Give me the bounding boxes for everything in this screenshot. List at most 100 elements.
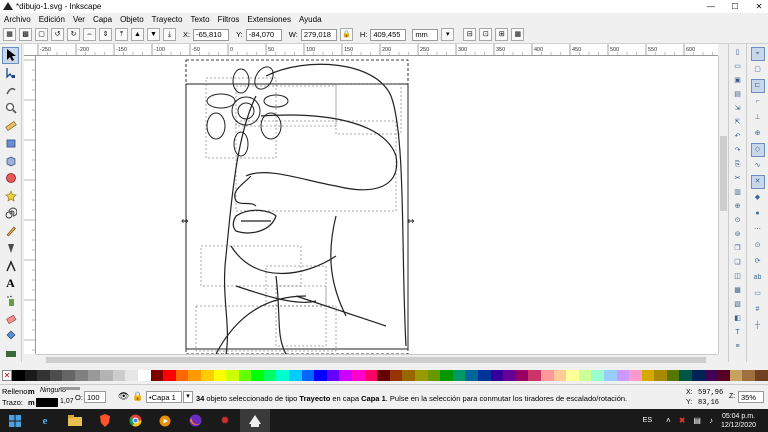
- eye-icon[interactable]: 👁: [118, 391, 129, 402]
- clock[interactable]: 05:04 p.m. 12/12/2020: [721, 412, 756, 430]
- palette-swatch[interactable]: [641, 369, 655, 381]
- palette-swatch[interactable]: [629, 369, 642, 381]
- fill-stroke-icon[interactable]: ◧: [732, 313, 744, 325]
- windows-start-icon[interactable]: [0, 409, 30, 432]
- palette-swatch[interactable]: [666, 369, 680, 381]
- menu-ayuda[interactable]: Ayuda: [295, 15, 326, 24]
- raise-icon[interactable]: ▲: [131, 28, 144, 41]
- zoom-drawing-icon[interactable]: ⊙: [732, 215, 744, 227]
- clone-icon[interactable]: ❏: [732, 257, 744, 269]
- snap-bbox-icon[interactable]: ▢: [751, 63, 765, 77]
- internet-explorer-icon[interactable]: e: [30, 409, 60, 432]
- tray-alert-icon[interactable]: ✖: [679, 416, 686, 425]
- tray-arrow-icon[interactable]: ˄: [666, 416, 671, 425]
- menu-capa[interactable]: Capa: [89, 15, 116, 24]
- palette-swatch[interactable]: [377, 369, 390, 381]
- palette-swatch[interactable]: [427, 369, 441, 381]
- scale-corners-icon[interactable]: ⊡: [479, 28, 493, 41]
- flip-vertical-icon[interactable]: ⇕: [99, 28, 112, 41]
- menu-texto[interactable]: Texto: [186, 15, 213, 24]
- new-document-icon[interactable]: ▯: [732, 47, 744, 59]
- scale-stroke-icon[interactable]: ⊟: [463, 28, 477, 41]
- menu-objeto[interactable]: Objeto: [116, 15, 148, 24]
- chevron-down-icon[interactable]: ▾: [441, 28, 455, 41]
- palette-swatch[interactable]: [704, 369, 718, 381]
- lock-icon[interactable]: 🔒: [339, 28, 353, 41]
- palette-swatch[interactable]: [163, 369, 176, 381]
- menu-archivo[interactable]: Archivo: [0, 15, 35, 24]
- gradient-tool-icon[interactable]: [2, 345, 19, 362]
- selector-tool-icon[interactable]: [2, 47, 19, 64]
- close-button[interactable]: ✕: [752, 2, 766, 11]
- scale-handle-right-icon[interactable]: ⇔: [407, 217, 415, 227]
- snap-midpoints-icon[interactable]: ⋯: [751, 223, 765, 237]
- palette-swatch[interactable]: [490, 369, 504, 381]
- redo-icon[interactable]: ↷: [732, 145, 744, 157]
- menu-trayecto[interactable]: Trayecto: [148, 15, 187, 24]
- palette-swatch[interactable]: [87, 369, 101, 381]
- snap-page-icon[interactable]: ▭: [751, 287, 765, 301]
- palette-swatch[interactable]: [276, 369, 290, 381]
- y-field[interactable]: -84,070: [245, 28, 282, 41]
- snap-bbox-corners-icon[interactable]: ⌐: [751, 95, 765, 109]
- zoom-page-icon[interactable]: ⊚: [732, 229, 744, 241]
- star-tool-icon[interactable]: [2, 187, 19, 204]
- vertical-scroll-thumb[interactable]: [720, 136, 727, 211]
- h-field[interactable]: 409,455: [370, 28, 407, 41]
- pen-tool-icon[interactable]: [2, 240, 19, 257]
- snap-intersections-icon[interactable]: ✕: [750, 175, 765, 189]
- palette-swatch[interactable]: [616, 369, 630, 381]
- fill-swatch[interactable]: [60, 387, 80, 390]
- palette-swatch[interactable]: [553, 369, 567, 381]
- layers-icon[interactable]: ≡: [732, 341, 744, 353]
- maximize-button[interactable]: ☐: [728, 2, 742, 11]
- menu-extensiones[interactable]: Extensiones: [243, 15, 295, 24]
- palette-swatch[interactable]: [591, 369, 604, 381]
- no-paint-swatch-icon[interactable]: ✕: [2, 369, 12, 381]
- palette-swatch[interactable]: [679, 369, 693, 381]
- firefox-icon[interactable]: [180, 409, 210, 432]
- palette-swatch[interactable]: [578, 369, 592, 381]
- duplicate-icon[interactable]: ❐: [732, 243, 744, 255]
- raise-to-top-icon[interactable]: ⤒: [115, 28, 128, 41]
- menu-ver[interactable]: Ver: [69, 15, 89, 24]
- horizontal-scroll-thumb[interactable]: [46, 357, 706, 363]
- zoom-field[interactable]: 35%: [738, 391, 764, 403]
- tweak-tool-icon[interactable]: [2, 82, 19, 99]
- snap-centers-icon[interactable]: ⊙: [751, 239, 765, 253]
- text-tool-icon[interactable]: A: [2, 275, 19, 292]
- palette-swatch[interactable]: [515, 369, 529, 381]
- palette-swatch[interactable]: [503, 369, 516, 381]
- paste-icon[interactable]: ▥: [732, 187, 744, 199]
- minimize-button[interactable]: —: [704, 2, 718, 11]
- palette-swatch[interactable]: [528, 369, 541, 381]
- palette-swatch[interactable]: [74, 369, 88, 381]
- palette-swatch[interactable]: [352, 369, 365, 381]
- chrome-icon[interactable]: [120, 409, 150, 432]
- select-all-layers-icon[interactable]: ▩: [19, 28, 32, 41]
- palette-swatch[interactable]: [540, 369, 554, 381]
- file-explorer-icon[interactable]: [60, 409, 90, 432]
- palette-swatch[interactable]: [200, 369, 214, 381]
- export-icon[interactable]: ⇱: [732, 117, 744, 129]
- rectangle-tool-icon[interactable]: [2, 135, 19, 152]
- palette-swatch[interactable]: [389, 369, 403, 381]
- unit-select[interactable]: mm: [412, 28, 439, 41]
- palette-swatch[interactable]: [465, 369, 478, 381]
- palette-swatch[interactable]: [251, 369, 264, 381]
- flip-horizontal-icon[interactable]: ⇔: [83, 28, 96, 41]
- snap-paths-icon[interactable]: ∿: [751, 159, 765, 173]
- palette-swatch[interactable]: [402, 369, 415, 381]
- snap-bbox-edges-icon[interactable]: ⊏: [750, 79, 765, 93]
- layer-select[interactable]: •Capa 1: [146, 391, 182, 403]
- eraser-tool-icon[interactable]: [2, 310, 19, 327]
- rotate-cw-icon[interactable]: ↻: [67, 28, 80, 41]
- deselect-icon[interactable]: ▢: [35, 28, 48, 41]
- inkscape-taskbar-icon[interactable]: [240, 409, 270, 432]
- lock-layer-icon[interactable]: 🔒: [132, 391, 143, 402]
- palette-swatch[interactable]: [100, 369, 113, 381]
- move-gradients-icon[interactable]: ⊞: [495, 28, 509, 41]
- move-patterns-icon[interactable]: ▦: [511, 28, 525, 41]
- snap-nodes-icon[interactable]: ◇: [750, 143, 765, 157]
- palette-swatch[interactable]: [188, 369, 201, 381]
